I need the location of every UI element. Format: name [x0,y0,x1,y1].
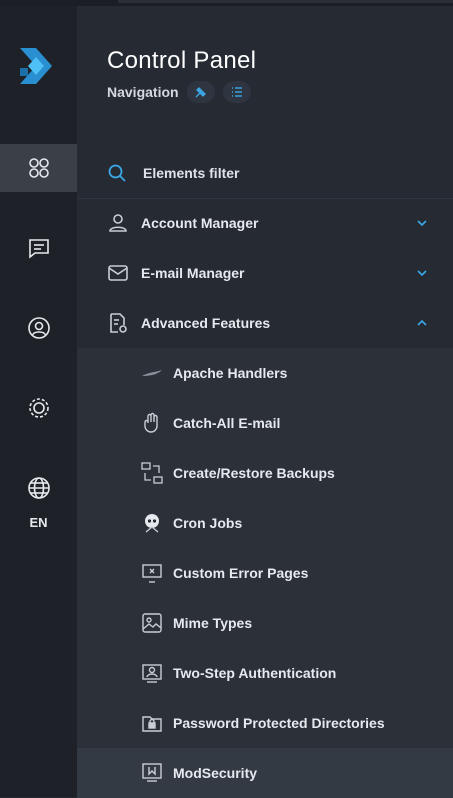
cron-robot-icon [145,514,159,533]
menu-item-two-step-authentication[interactable]: Two-Step Authentication [77,648,453,698]
backup-icon [141,462,163,484]
search-icon [108,164,126,182]
page-title: Control Panel [107,47,257,74]
menu-item-cron-jobs[interactable]: Cron Jobs [77,498,453,548]
monitor-error-icon [142,564,162,583]
menu-item-catch-all-email[interactable]: Catch-All E-mail [77,398,453,448]
globe-icon [27,477,50,499]
divider [77,198,453,199]
rail-account[interactable] [0,304,77,352]
rail-settings[interactable] [0,384,77,432]
section-label: E-mail Manager [141,265,245,281]
shield-monitor-icon [142,763,162,782]
user-icon [109,214,127,232]
rail-language[interactable] [0,464,77,512]
envelope-icon [108,265,128,281]
filter-input[interactable] [141,164,385,182]
page-subtitle: Navigation [107,84,179,100]
advanced-features-submenu: Apache Handlers Catch-All E-mail Create/… [77,348,453,798]
menu-item-create-restore-backups[interactable]: Create/Restore Backups [77,448,453,498]
language-code[interactable]: EN [0,515,77,530]
grid-icon [28,158,49,178]
logo-icon[interactable] [18,46,54,86]
menu-item-apache-handlers[interactable]: Apache Handlers [77,348,453,398]
rail-dashboard[interactable] [0,144,77,192]
chevron-down-icon [417,270,427,277]
icon-rail: EN [0,6,77,797]
pin-icon [195,87,206,98]
subtitle-row: Navigation [107,81,251,103]
chevron-down-icon [417,220,427,227]
document-settings-icon [110,313,127,333]
pin-button[interactable] [186,81,215,103]
section-advanced-features[interactable]: Advanced Features [77,301,453,345]
list-view-button[interactable] [222,81,251,103]
folder-lock-icon [142,716,162,732]
section-email-manager[interactable]: E-mail Manager [77,251,453,295]
chevron-up-icon [417,319,427,326]
user-circle-icon [27,317,50,339]
gear-icon [28,398,49,418]
menu-item-password-protected-directories[interactable]: Password Protected Directories [77,698,453,748]
menu-item-custom-error-pages[interactable]: Custom Error Pages [77,548,453,598]
image-icon [142,613,162,633]
chat-icon [28,239,49,259]
section-account-manager[interactable]: Account Manager [77,201,453,245]
rail-messages[interactable] [0,224,77,272]
feather-icon [142,370,162,376]
list-icon [231,87,242,97]
navigation-panel: Control Panel Navigation Account Manager [77,6,453,798]
menu-item-modsecurity[interactable]: ModSecurity [77,748,453,798]
user-id-icon [142,664,162,683]
section-label: Account Manager [141,215,259,231]
section-label: Advanced Features [141,315,271,331]
hand-icon [144,412,158,433]
elements-filter [107,161,427,185]
menu-item-mime-types[interactable]: Mime Types [77,598,453,648]
